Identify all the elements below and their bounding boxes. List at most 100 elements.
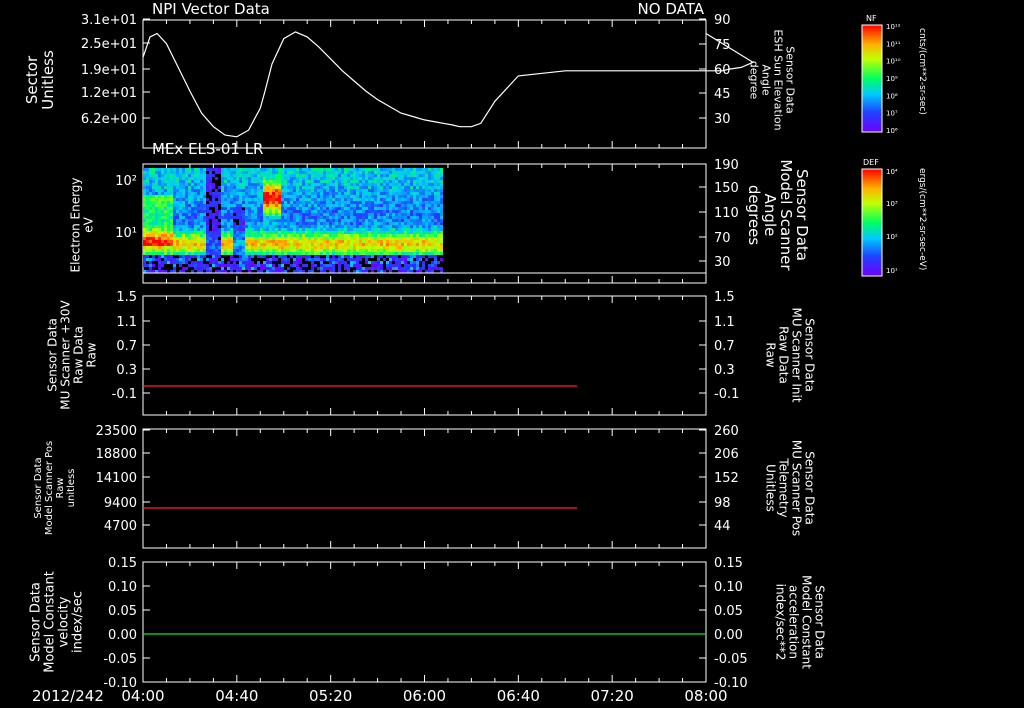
axis-label-line: Electron Energy bbox=[69, 177, 83, 272]
axis-label-line: Sensor Data bbox=[33, 457, 44, 518]
left-y-tick-label: 10¹ bbox=[115, 226, 137, 241]
right-y-tick-label: 0.7 bbox=[714, 339, 735, 354]
axis-label-line: index/sec bbox=[70, 591, 85, 653]
axis-label-line: Sensor Data bbox=[803, 318, 817, 392]
right-y-tick-label: 0.00 bbox=[714, 628, 743, 643]
colorbar-nf-label: NF bbox=[866, 14, 877, 23]
panel-frame-3 bbox=[142, 295, 707, 416]
left-y-tick-label: 9400 bbox=[104, 496, 137, 511]
axis-label-line: Model Constant bbox=[42, 571, 57, 673]
colorbar-nf-tick: 10⁷ bbox=[886, 110, 898, 118]
colorbar-nf-tick: 10⁹ bbox=[886, 75, 898, 83]
axis-label: Sensor Data MU Scanner +30V Raw Data Raw bbox=[46, 300, 99, 410]
right-y-tick-label: 30 bbox=[714, 112, 731, 127]
colorbar-nf-tick: 10⁶ bbox=[886, 127, 898, 135]
right-y-tick-label: 98 bbox=[714, 496, 731, 511]
right-y-tick-label: 45 bbox=[714, 87, 731, 102]
x-tick-label: 06:00 bbox=[403, 687, 446, 705]
axis-label: Sensor Data Model Scanner Pos Raw unitless bbox=[33, 441, 77, 535]
left-y-tick-label: 14100 bbox=[96, 471, 137, 486]
colorbar-def-tick: 10² bbox=[886, 233, 898, 241]
axis-label-line: Model Scanner Pos bbox=[44, 441, 55, 535]
left-y-tick-label: -0.05 bbox=[103, 652, 137, 667]
left-y-tick-label: 6.2e+00 bbox=[81, 112, 137, 127]
axis-label-line: degrees bbox=[745, 185, 763, 246]
right-y-tick-label: 70 bbox=[714, 231, 731, 246]
left-y-tick-label: 0.3 bbox=[116, 363, 137, 378]
axis-label: Sensor DataModel Constantaccelerationind… bbox=[774, 575, 827, 669]
axis-label-line: Telemetry bbox=[777, 457, 791, 517]
panel-frame-5 bbox=[142, 561, 707, 683]
axis-label: Sensor DataMU Scanner PosTelemetryUnitle… bbox=[764, 440, 817, 536]
right-y-tick-label: 206 bbox=[714, 447, 739, 462]
right-y-tick-label: -0.1 bbox=[714, 387, 739, 402]
axis-label: Electron Energy eV bbox=[69, 177, 96, 272]
no-data-label: NO DATA bbox=[638, 0, 705, 18]
left-y-tick-label: 1.5 bbox=[116, 290, 137, 305]
left-y-tick-label: 3.1e+01 bbox=[81, 13, 137, 28]
axis-label-line: unitless bbox=[66, 469, 77, 508]
left-y-tick-label: 0.7 bbox=[116, 339, 137, 354]
colorbar-nf: NF 10¹² 10¹¹ 10¹⁰ 10⁹ 10⁸ 10⁷ 10⁶ cnts/(cm**2-… bbox=[861, 14, 927, 135]
right-y-tick-label: 260 bbox=[714, 424, 739, 439]
axis-label-line: Sensor Data bbox=[28, 582, 43, 662]
axis-label: Sensor DataModel ScannerAngledegrees bbox=[745, 159, 811, 271]
left-y-tick-label: 23500 bbox=[96, 424, 137, 439]
axis-label-line: Raw Data bbox=[72, 326, 86, 384]
axis-label-line: MU Scanner Init bbox=[790, 307, 804, 402]
right-y-tick-label: 30 bbox=[714, 255, 731, 270]
left-y-tick-label: 10² bbox=[115, 174, 137, 189]
axis-label-line: MU Scanner +30V bbox=[59, 300, 73, 410]
axis-label-line: velocity bbox=[56, 596, 71, 647]
right-y-tick-label: -0.05 bbox=[714, 652, 748, 667]
right-y-tick-label: 150 bbox=[714, 181, 739, 196]
left-y-tick-label: 2.5e+01 bbox=[81, 37, 137, 52]
x-tick-label: 07:20 bbox=[591, 687, 634, 705]
panel-frame-4 bbox=[142, 428, 707, 549]
left-y-tick-label: 0.05 bbox=[108, 604, 137, 619]
panel1-series-line bbox=[142, 31, 755, 138]
right-y-tick-label: 110 bbox=[714, 206, 739, 221]
left-y-tick-label: 1.2e+01 bbox=[81, 86, 137, 101]
axis-label-line: degree bbox=[747, 61, 760, 100]
colorbar-def-units: ergs/(cm**2-sr-sec-eV) bbox=[917, 168, 927, 270]
axis-label-line: index/sec**2 bbox=[774, 584, 788, 661]
series-traces bbox=[142, 31, 755, 635]
left-y-tick-label: 0.00 bbox=[108, 628, 137, 643]
left-y-tick-label: 4700 bbox=[104, 519, 137, 534]
colorbar-def-tick: 10³ bbox=[886, 200, 898, 208]
colorbar-nf-tick: 10¹¹ bbox=[886, 40, 901, 48]
axis-label: Sensor DataESH Sun ElevationAngledegree bbox=[747, 29, 796, 130]
x-tick-label: 04:00 bbox=[121, 687, 164, 705]
panel2-title: MEx ELS-01 LR bbox=[152, 140, 263, 158]
right-y-tick-label: 1.5 bbox=[714, 290, 735, 305]
colorbar-nf-tick: 10¹² bbox=[886, 23, 901, 31]
axis-label-line: Sensor Data bbox=[803, 451, 817, 525]
left-y-tick-label: 1.9e+01 bbox=[81, 63, 137, 78]
colorbar-def-tick: 10¹ bbox=[886, 267, 898, 275]
axis-label-line: Raw Data bbox=[777, 326, 791, 384]
panel1-title: NPI Vector Data bbox=[152, 0, 270, 18]
left-y-tick-label: 0.10 bbox=[108, 580, 137, 595]
colorbar-nf-tick: 10⁸ bbox=[886, 92, 898, 100]
right-y-tick-label: 152 bbox=[714, 471, 739, 486]
axis-label-line: MU Scanner Pos bbox=[790, 440, 804, 536]
x-tick-label: 05:20 bbox=[309, 687, 352, 705]
x-tick-label: 06:40 bbox=[497, 687, 540, 705]
axis-label-line: Unitless bbox=[764, 464, 778, 512]
axis-label: Sensor Data Model Constantvelocity index/s… bbox=[28, 571, 85, 673]
axis-label-line: Raw bbox=[764, 342, 778, 367]
axis-label-line: Raw bbox=[55, 477, 66, 498]
axis-label-line: Raw bbox=[85, 342, 99, 367]
axis-label-line: acceleration bbox=[787, 585, 801, 659]
spectrogram bbox=[143, 168, 706, 274]
x-tick-label: 04:40 bbox=[215, 687, 258, 705]
right-y-tick-label: 190 bbox=[714, 158, 739, 173]
axis-label-line: eV bbox=[82, 216, 96, 232]
right-y-tick-label: 1.1 bbox=[714, 315, 735, 330]
x-axis-date: 2012/242 bbox=[32, 687, 104, 705]
colorbar-def-tick: 10⁴ bbox=[886, 168, 898, 176]
right-y-tick-label: 0.3 bbox=[714, 363, 735, 378]
colorbar-def-label: DEF bbox=[863, 158, 879, 167]
chart-canvas: NPI Vector Data NO DATA MEx ELS-01 LR 3.… bbox=[23, 0, 927, 705]
